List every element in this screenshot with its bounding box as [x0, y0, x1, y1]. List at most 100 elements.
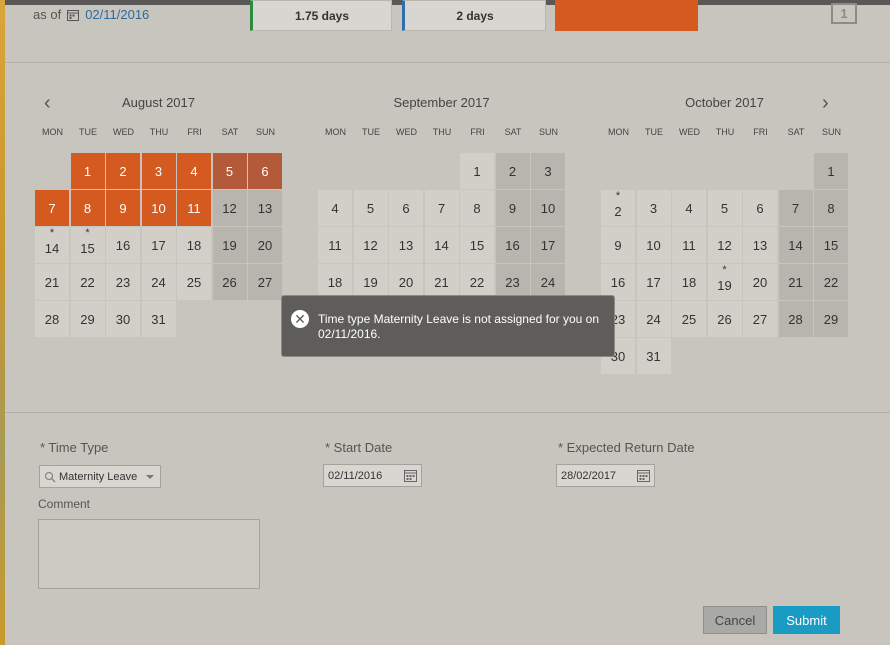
calendar-day[interactable]: 17 — [531, 227, 565, 263]
calendar-day[interactable]: 28 — [35, 301, 69, 337]
month-title-september: September 2017 — [393, 95, 490, 110]
calendar-day[interactable]: 8 — [70, 190, 105, 226]
calendar-day[interactable]: 31 — [141, 301, 176, 337]
calendar-day[interactable]: 11 — [177, 190, 211, 226]
day-number: 4 — [190, 163, 198, 179]
calendar-day[interactable]: 26 — [707, 301, 742, 337]
calendar-day[interactable]: 17 — [141, 227, 176, 263]
calendar-day[interactable]: 31 — [636, 338, 671, 374]
calendar-day[interactable]: 25 — [672, 301, 706, 337]
calendar-day[interactable]: 3 — [141, 153, 176, 189]
calendar-day[interactable]: 20 — [248, 227, 282, 263]
day-number: 22 — [80, 274, 95, 290]
calendar-day[interactable]: 6 — [389, 190, 423, 226]
calendar-day[interactable]: 10 — [141, 190, 176, 226]
calendar-day[interactable]: 11 — [318, 227, 352, 263]
calendar-day[interactable]: 7 — [35, 190, 69, 226]
close-circle-icon[interactable]: ✕ — [291, 310, 309, 328]
calendar-day[interactable]: 12 — [212, 190, 247, 226]
calendar-day[interactable]: 18 — [672, 264, 706, 300]
calendar-day[interactable]: 15 * — [70, 227, 105, 263]
calendar-day[interactable]: 9 — [106, 190, 140, 226]
calendar-day[interactable]: 22 — [70, 264, 105, 300]
start-date-value: 02/11/2016 — [328, 469, 383, 482]
calendar-day[interactable]: 10 — [636, 227, 671, 263]
day-number: 15 — [80, 240, 95, 256]
calendar-day[interactable]: 16 — [106, 227, 140, 263]
calendar-day[interactable]: 7 — [424, 190, 459, 226]
calendar-day[interactable]: 19 — [212, 227, 247, 263]
calendar-day[interactable]: 27 — [743, 301, 777, 337]
calendar-day[interactable]: 12 — [353, 227, 388, 263]
return-date-field[interactable]: 28/02/2017 — [556, 464, 655, 487]
as-of-date-link[interactable]: 02/11/2016 — [85, 7, 149, 22]
submit-button[interactable]: Submit — [773, 606, 840, 634]
calendar-day[interactable]: 29 — [70, 301, 105, 337]
calendar-day[interactable]: 8 — [460, 190, 494, 226]
calendar-day[interactable]: 24 — [636, 301, 671, 337]
calendar-day[interactable]: 6 — [743, 190, 777, 226]
calendar-day[interactable]: 9 — [601, 227, 635, 263]
calendar-day[interactable]: 4 — [672, 190, 706, 226]
calendar-day[interactable]: 17 — [636, 264, 671, 300]
calendar-day[interactable]: 7 — [778, 190, 813, 226]
calendar-day[interactable]: 29 — [814, 301, 848, 337]
calendar-day[interactable]: 5 — [353, 190, 388, 226]
calendar-day[interactable]: 10 — [531, 190, 565, 226]
calendar-day[interactable]: 2 — [495, 153, 530, 189]
calendar-day[interactable]: 28 — [778, 301, 813, 337]
weekday-header: SUN — [255, 127, 275, 137]
calendar-day[interactable]: 2 * — [601, 190, 635, 226]
calendar-day[interactable]: 23 — [106, 264, 140, 300]
calendar-day[interactable]: 30 — [106, 301, 140, 337]
calendar-day[interactable]: 6 — [248, 153, 282, 189]
calendar-icon[interactable] — [404, 469, 417, 482]
calendar-day[interactable]: 1 — [460, 153, 494, 189]
calendar-day[interactable]: 21 — [778, 264, 813, 300]
calendar-day[interactable]: 14 — [424, 227, 459, 263]
calendar-day[interactable]: 9 — [495, 190, 530, 226]
calendar-day[interactable]: 5 — [707, 190, 742, 226]
calendar-icon[interactable] — [67, 9, 80, 21]
calendar-day[interactable]: 27 — [248, 264, 282, 300]
calendar-day[interactable]: 14 * — [35, 227, 69, 263]
document-icon[interactable]: 1 — [831, 3, 857, 24]
weekday-header: SUN — [821, 127, 841, 137]
calendar-day[interactable]: 13 — [248, 190, 282, 226]
calendar-day[interactable]: 1 — [70, 153, 105, 189]
calendar-day[interactable]: 19 * — [707, 264, 742, 300]
time-type-select[interactable]: Maternity Leave — [39, 465, 161, 488]
calendar-divider — [5, 412, 890, 413]
calendar-day[interactable]: 21 — [35, 264, 69, 300]
calendar-day[interactable]: 13 — [389, 227, 423, 263]
calendar-day[interactable]: 14 — [778, 227, 813, 263]
calendar-day[interactable]: 25 — [177, 264, 211, 300]
day-number: 19 — [363, 274, 378, 290]
calendar-day[interactable]: 11 — [672, 227, 706, 263]
calendar-day[interactable]: 20 — [743, 264, 777, 300]
calendar-day[interactable]: 4 — [318, 190, 352, 226]
calendar-day[interactable]: 18 — [177, 227, 211, 263]
cancel-button[interactable]: Cancel — [703, 606, 767, 634]
calendar-day[interactable]: 24 — [141, 264, 176, 300]
calendar-day[interactable]: 2 — [106, 153, 140, 189]
calendar-day[interactable]: 15 — [460, 227, 494, 263]
calendar-day[interactable]: 1 — [814, 153, 848, 189]
calendar-day[interactable]: 8 — [814, 190, 848, 226]
calendar-day[interactable]: 16 — [495, 227, 530, 263]
calendar-day[interactable]: 4 — [177, 153, 211, 189]
calendar-day[interactable]: 22 — [814, 264, 848, 300]
comment-textarea[interactable] — [38, 519, 260, 589]
start-date-field[interactable]: 02/11/2016 — [323, 464, 422, 487]
calendar-icon[interactable] — [637, 469, 650, 482]
asterisk-marker: * — [615, 190, 621, 202]
calendar-day[interactable]: 26 — [212, 264, 247, 300]
calendar-day[interactable]: 15 — [814, 227, 848, 263]
calendar-day[interactable]: 3 — [636, 190, 671, 226]
calendar-day[interactable]: 12 — [707, 227, 742, 263]
calendar-day[interactable]: 5 — [212, 153, 247, 189]
day-number: 16 — [505, 237, 520, 253]
weekday-header: THU — [715, 127, 735, 137]
calendar-day[interactable]: 13 — [743, 227, 777, 263]
calendar-day[interactable]: 3 — [531, 153, 565, 189]
